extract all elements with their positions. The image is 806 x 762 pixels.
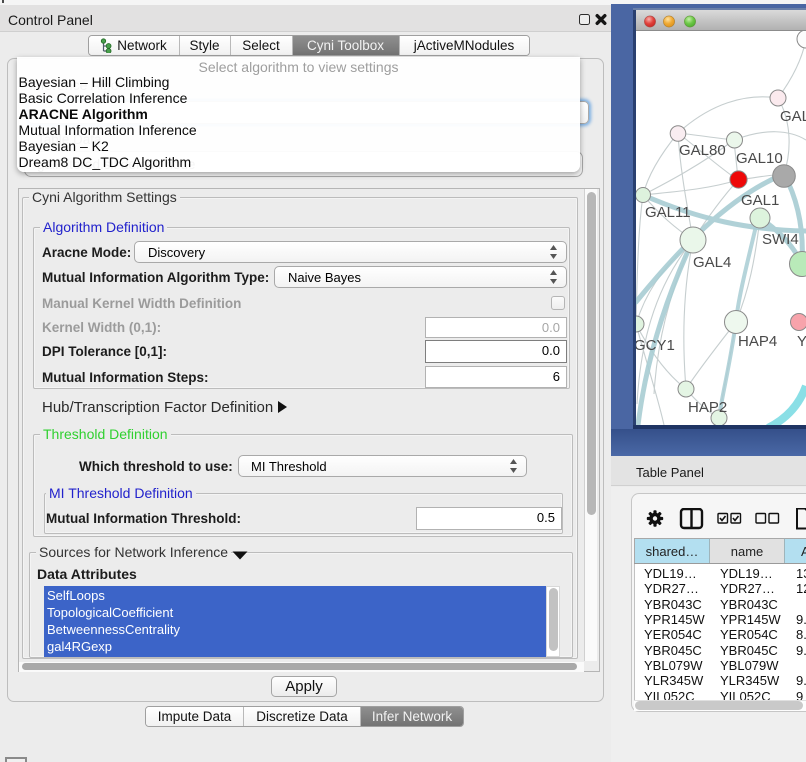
svg-text:HAP4: HAP4 — [738, 333, 777, 350]
svg-text:Y: Y — [797, 333, 806, 350]
svg-text:GAL11: GAL11 — [645, 204, 691, 221]
svg-text:GAL7: GAL7 — [780, 108, 806, 125]
svg-text:GAL4: GAL4 — [693, 254, 731, 271]
svg-text:HAP2: HAP2 — [688, 399, 727, 416]
svg-text:GAL80: GAL80 — [679, 142, 726, 159]
svg-text:SWI4: SWI4 — [762, 231, 799, 248]
svg-text:GAL10: GAL10 — [736, 150, 783, 167]
svg-text:GAL1: GAL1 — [741, 192, 779, 209]
svg-text:GCY1: GCY1 — [636, 337, 675, 354]
